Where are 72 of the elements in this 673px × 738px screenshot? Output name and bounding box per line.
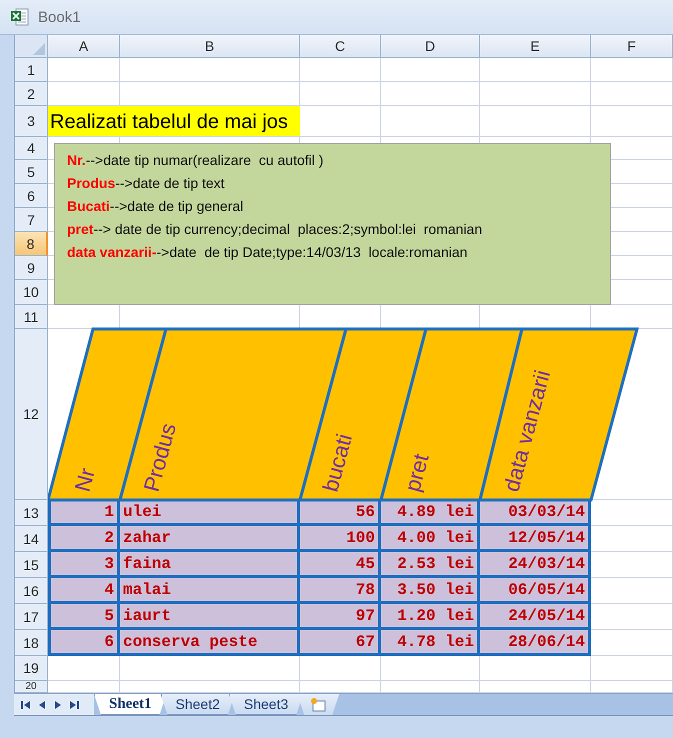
table-cell: 67 bbox=[300, 630, 381, 656]
row-header[interactable]: 5 bbox=[15, 160, 48, 184]
row-header[interactable]: 7 bbox=[15, 208, 48, 232]
table-cell: 3.50 lei bbox=[381, 578, 480, 604]
row-header[interactable]: 1 bbox=[15, 58, 48, 82]
column-header-text: pret bbox=[400, 451, 434, 494]
table-cell: 2.53 lei bbox=[381, 552, 480, 578]
table-cell: faina bbox=[120, 552, 300, 578]
note-line: Produs-->date de tip text bbox=[67, 174, 226, 193]
row-header[interactable]: 6 bbox=[15, 184, 48, 208]
heading-text: Realizati tabelul de mai jos bbox=[48, 106, 300, 137]
column-header-text: bucati bbox=[318, 431, 358, 494]
spreadsheet-icon[interactable] bbox=[10, 7, 30, 27]
row-header[interactable]: 16 bbox=[15, 578, 48, 604]
column-header[interactable]: C bbox=[300, 35, 381, 58]
table-cell: malai bbox=[120, 578, 300, 604]
table-cell: 2 bbox=[48, 526, 120, 552]
table-cell: 1.20 lei bbox=[381, 604, 480, 630]
column-header[interactable]: F bbox=[591, 35, 673, 58]
table-cell: 97 bbox=[300, 604, 381, 630]
window-title: Book1 bbox=[38, 8, 81, 26]
table-cell: 03/03/14 bbox=[480, 500, 591, 526]
row-header[interactable]: 3 bbox=[15, 106, 48, 137]
column-header[interactable]: B bbox=[120, 35, 300, 58]
table-cell: 4.78 lei bbox=[381, 630, 480, 656]
table-cell: 28/06/14 bbox=[480, 630, 591, 656]
column-header-text: Produs bbox=[138, 420, 181, 494]
table-cell: ulei bbox=[120, 500, 300, 526]
table-cell: 4.00 lei bbox=[381, 526, 480, 552]
last-sheet-icon[interactable] bbox=[68, 698, 80, 710]
column-header[interactable]: D bbox=[381, 35, 480, 58]
row-header[interactable]: 17 bbox=[15, 604, 48, 630]
table-cell: 100 bbox=[300, 526, 381, 552]
table-cell: 56 bbox=[300, 500, 381, 526]
table-cell: 5 bbox=[48, 604, 120, 630]
row-header[interactable]: 4 bbox=[15, 137, 48, 160]
row-header[interactable]: 15 bbox=[15, 552, 48, 578]
note-line: Bucati-->date de tip general bbox=[67, 197, 244, 216]
table-cell: 45 bbox=[300, 552, 381, 578]
note-line: Nr.-->date tip numar(realizare cu autofil ) bbox=[67, 151, 324, 170]
table-cell: 4 bbox=[48, 578, 120, 604]
table-cell: 24/05/14 bbox=[480, 604, 591, 630]
row-header[interactable]: 11 bbox=[15, 305, 48, 329]
column-header-text: Nr bbox=[70, 465, 100, 494]
row-header[interactable]: 20 bbox=[15, 681, 48, 693]
table-cell: iaurt bbox=[120, 604, 300, 630]
table-cell: 06/05/14 bbox=[480, 578, 591, 604]
table-cell: zahar bbox=[120, 526, 300, 552]
row-header[interactable]: 14 bbox=[15, 526, 48, 552]
table-cell: 6 bbox=[48, 630, 120, 656]
row-header[interactable]: 10 bbox=[15, 280, 48, 305]
row-header[interactable]: 19 bbox=[15, 656, 48, 681]
table-cell: 4.89 lei bbox=[381, 500, 480, 526]
column-header[interactable]: A bbox=[48, 35, 120, 58]
row-header[interactable]: 2 bbox=[15, 82, 48, 106]
table-cell: 78 bbox=[300, 578, 381, 604]
table-cell: 3 bbox=[48, 552, 120, 578]
note-line: data vanzarii-->date de tip Date;type:14/03/13 locale:romanian bbox=[67, 243, 468, 262]
first-sheet-icon[interactable] bbox=[20, 698, 32, 710]
table-cell: 24/03/14 bbox=[480, 552, 591, 578]
row-header[interactable]: 13 bbox=[15, 500, 48, 526]
row-header[interactable]: 9 bbox=[15, 256, 48, 280]
row-header[interactable]: 8 bbox=[15, 232, 48, 256]
insert-sheet-icon[interactable] bbox=[309, 696, 328, 712]
note-line: pret--> date de tip currency;decimal places:2;symbol:lei romanian bbox=[67, 220, 484, 239]
row-header[interactable]: 18 bbox=[15, 630, 48, 656]
row-header[interactable]: 12 bbox=[15, 329, 48, 500]
table-cell: 12/05/14 bbox=[480, 526, 591, 552]
table-cell: 1 bbox=[48, 500, 120, 526]
table-cell: conserva peste bbox=[120, 630, 300, 656]
column-header[interactable]: E bbox=[480, 35, 591, 58]
column-header-text: data vanzarii bbox=[498, 367, 556, 494]
